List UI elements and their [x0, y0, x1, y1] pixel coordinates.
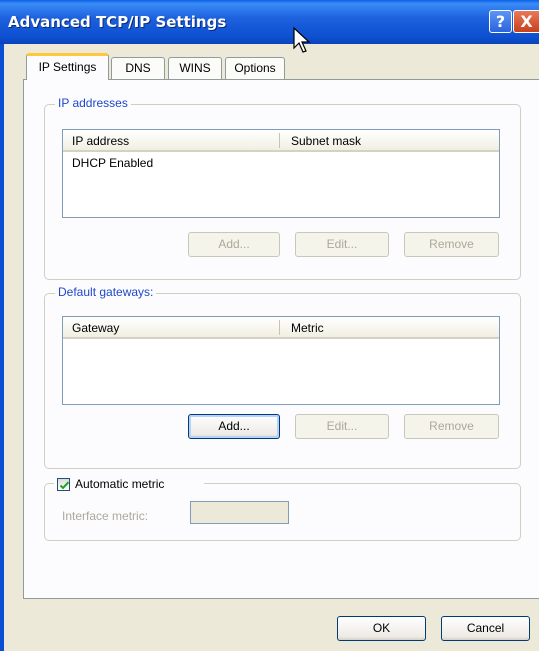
column-ip-address[interactable]: IP address — [72, 134, 129, 148]
tab-panel-ip-settings: IP addresses IP address Subnet mask DHCP… — [23, 79, 539, 599]
advanced-tcpip-dialog: Advanced TCP/IP Settings ? X IP Settings… — [0, 0, 539, 651]
close-button[interactable]: X — [513, 10, 539, 33]
column-subnet-mask[interactable]: Subnet mask — [291, 134, 361, 148]
ip-add-button[interactable]: Add... — [188, 232, 280, 257]
help-icon: ? — [495, 12, 506, 31]
window-title: Advanced TCP/IP Settings — [8, 13, 227, 31]
ok-button[interactable]: OK — [337, 616, 426, 641]
close-icon: X — [520, 12, 533, 31]
window-left-border — [0, 44, 4, 651]
mouse-pointer-icon — [293, 26, 311, 53]
gateway-add-button[interactable]: Add... — [188, 414, 280, 439]
ip-addresses-legend: IP addresses — [55, 96, 131, 110]
tab-options[interactable]: Options — [225, 57, 285, 79]
ip-addresses-list[interactable]: IP address Subnet mask DHCP Enabled — [62, 129, 500, 218]
title-bar[interactable]: Advanced TCP/IP Settings ? X — [0, 0, 539, 44]
automatic-metric-label[interactable]: Automatic metric — [75, 477, 164, 491]
help-button[interactable]: ? — [489, 10, 512, 33]
checkmark-icon — [59, 481, 70, 490]
tab-ip-settings[interactable]: IP Settings — [26, 53, 109, 80]
automatic-metric-checkbox[interactable] — [57, 478, 70, 491]
ip-edit-button[interactable]: Edit... — [295, 232, 389, 257]
default-gateways-legend: Default gateways: — [55, 285, 157, 299]
column-separator[interactable] — [279, 320, 280, 335]
column-gateway[interactable]: Gateway — [72, 321, 119, 335]
tab-dns[interactable]: DNS — [111, 57, 165, 79]
list-item[interactable]: DHCP Enabled — [72, 156, 153, 170]
interface-metric-input[interactable] — [190, 501, 289, 524]
gateways-list[interactable]: Gateway Metric — [62, 316, 500, 405]
cancel-button[interactable]: Cancel — [441, 616, 530, 641]
gateway-edit-button[interactable]: Edit... — [295, 414, 389, 439]
ip-list-header: IP address Subnet mask — [63, 130, 499, 152]
column-metric[interactable]: Metric — [291, 321, 324, 335]
interface-metric-label: Interface metric: — [62, 509, 149, 523]
gateway-list-header: Gateway Metric — [63, 317, 499, 339]
ip-remove-button[interactable]: Remove — [404, 232, 499, 257]
column-separator[interactable] — [279, 133, 280, 148]
tab-wins[interactable]: WINS — [168, 57, 222, 79]
gateway-remove-button[interactable]: Remove — [404, 414, 499, 439]
